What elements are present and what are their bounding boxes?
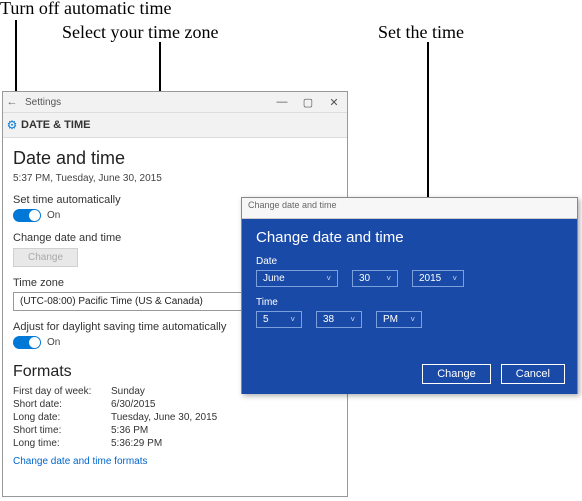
dialog-titlebar: Change date and time (242, 198, 577, 219)
window-title: Settings (25, 97, 61, 108)
minute-select[interactable]: 38˅ (316, 311, 362, 328)
gear-icon: ⚙ (3, 118, 21, 132)
auto-time-toggle[interactable] (13, 209, 41, 222)
auto-time-state: On (47, 210, 60, 221)
timezone-value: (UTC-08:00) Pacific Time (US & Canada) (20, 296, 203, 307)
chevron-down-icon: ˅ (452, 274, 457, 283)
dialog-heading: Change date and time (256, 229, 563, 246)
chevron-down-icon: ˅ (410, 315, 415, 324)
page-title: Date and time (13, 148, 337, 169)
ampm-select[interactable]: PM˅ (376, 311, 422, 328)
category-header: ⚙ DATE & TIME (3, 113, 347, 138)
month-select[interactable]: June˅ (256, 270, 338, 287)
dst-state: On (47, 337, 60, 348)
annotation-set-time: Set the time (378, 22, 464, 43)
time-label: Time (256, 297, 563, 308)
window-titlebar: ← Settings — ▢ ✕ (3, 92, 347, 113)
annotation-timezone: Select your time zone (62, 22, 218, 43)
chevron-down-icon: ˅ (350, 315, 355, 324)
annotation-auto-time: Turn off automatic time (0, 0, 171, 19)
chevron-down-icon: ˅ (326, 274, 331, 283)
date-label: Date (256, 256, 563, 267)
day-select[interactable]: 30˅ (352, 270, 398, 287)
back-icon[interactable]: ← (3, 96, 21, 108)
minimize-button[interactable]: — (269, 96, 295, 109)
current-datetime: 5:37 PM, Tuesday, June 30, 2015 (13, 173, 337, 184)
year-select[interactable]: 2015˅ (412, 270, 464, 287)
change-formats-link[interactable]: Change date and time formats (13, 456, 148, 467)
timezone-dropdown[interactable]: (UTC-08:00) Pacific Time (US & Canada) ˅ (13, 292, 255, 311)
category-label: DATE & TIME (21, 119, 90, 131)
maximize-button[interactable]: ▢ (295, 96, 321, 109)
dialog-cancel-button[interactable]: Cancel (501, 364, 565, 384)
dst-toggle[interactable] (13, 336, 41, 349)
chevron-down-icon: ˅ (386, 274, 391, 283)
change-dt-button: Change (13, 248, 78, 267)
chevron-down-icon: ˅ (290, 315, 295, 324)
dialog-change-button[interactable]: Change (422, 364, 491, 384)
formats-table: First day of week:Sunday Short date:6/30… (13, 385, 217, 450)
change-datetime-dialog: Change date and time Change date and tim… (241, 197, 578, 394)
hour-select[interactable]: 5˅ (256, 311, 302, 328)
close-button[interactable]: ✕ (321, 96, 347, 109)
